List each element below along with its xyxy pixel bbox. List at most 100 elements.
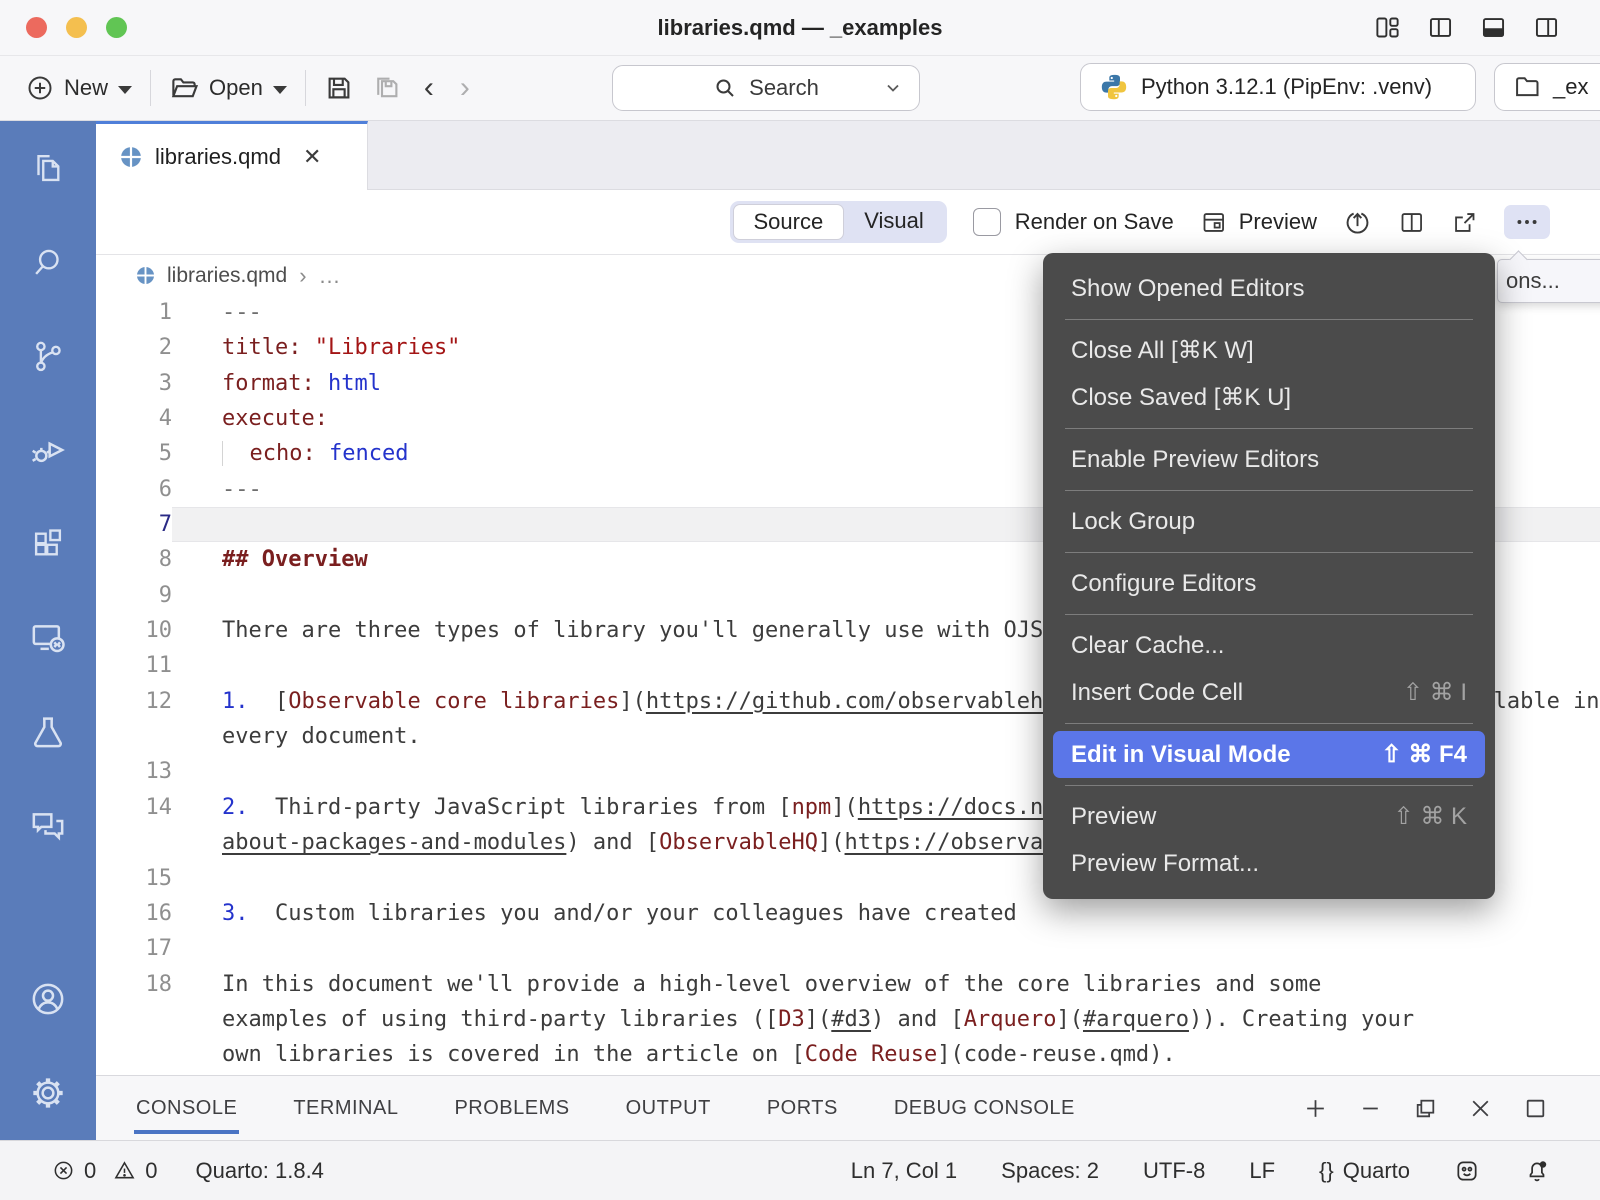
- interpreter-label: Python 3.12.1 (PipEnv: .venv): [1141, 74, 1432, 100]
- folder-open-icon: [169, 73, 199, 103]
- menu-item-lock-group[interactable]: Lock Group: [1053, 498, 1485, 545]
- toggle-sidebar-left-icon[interactable]: [1427, 14, 1454, 41]
- add-icon[interactable]: [1303, 1096, 1328, 1121]
- search-input[interactable]: Search: [612, 65, 920, 111]
- forward-icon[interactable]: ›: [456, 71, 474, 105]
- chevron-down-icon[interactable]: [883, 78, 903, 98]
- panel-tab-problems[interactable]: PROBLEMS: [452, 1089, 571, 1128]
- sidebar-item-extensions[interactable]: [0, 497, 96, 591]
- main-toolbar: New Open ‹: [0, 56, 1600, 121]
- language-mode-status[interactable]: {} Quarto: [1319, 1158, 1410, 1184]
- menu-item-configure-editors[interactable]: Configure Editors: [1053, 560, 1485, 607]
- render-on-save-checkbox[interactable]: [973, 208, 1001, 236]
- workspace-selector[interactable]: _ex: [1494, 63, 1600, 111]
- feedback-smiley-icon[interactable]: [1454, 1158, 1480, 1184]
- more-actions-button[interactable]: [1504, 205, 1550, 239]
- menu-item-show-opened-editors[interactable]: Show Opened Editors: [1053, 265, 1485, 312]
- menu-item-insert-code-cell[interactable]: Insert Code Cell⇧ ⌘ I: [1053, 669, 1485, 716]
- source-visual-toggle: Source Visual: [730, 201, 947, 243]
- menu-separator: [1065, 490, 1473, 491]
- interpreter-selector[interactable]: Python 3.12.1 (PipEnv: .venv): [1080, 63, 1476, 111]
- save-all-icon[interactable]: [372, 73, 402, 103]
- problems-status[interactable]: 0 0: [52, 1158, 158, 1184]
- code-line[interactable]: 17: [96, 931, 1600, 966]
- split-editor-icon[interactable]: [1398, 209, 1425, 236]
- code-line[interactable]: 163. Custom libraries you and/or your co…: [96, 896, 1600, 931]
- sidebar-item-remote-explorer[interactable]: [0, 591, 96, 685]
- tab-libraries-qmd[interactable]: libraries.qmd ✕: [96, 121, 368, 190]
- line-number: 6: [96, 472, 172, 507]
- more-actions-tooltip: ons...: [1497, 259, 1600, 303]
- tooltip-text: ons...: [1506, 268, 1560, 294]
- back-icon[interactable]: ‹: [420, 71, 438, 105]
- menu-separator: [1065, 614, 1473, 615]
- menu-item-enable-preview-editors[interactable]: Enable Preview Editors: [1053, 436, 1485, 483]
- panel-tab-debug-console[interactable]: DEBUG CONSOLE: [892, 1089, 1077, 1128]
- preview-label: Preview: [1239, 209, 1317, 235]
- code-line[interactable]: examples of using third-party libraries …: [96, 1002, 1600, 1037]
- open-external-icon[interactable]: [1451, 209, 1478, 236]
- menu-item-close-saved-k-u[interactable]: Close Saved [⌘K U]: [1053, 374, 1485, 421]
- sidebar-item-source-control[interactable]: [0, 309, 96, 403]
- sidebar-item-accounts[interactable]: [0, 952, 96, 1046]
- toggle-panel-icon[interactable]: [1480, 14, 1507, 41]
- panel-layout-icon[interactable]: [1523, 1096, 1548, 1121]
- line-number: 2: [96, 330, 172, 365]
- line-number: 18: [96, 967, 172, 1002]
- encoding-status[interactable]: UTF-8: [1143, 1158, 1205, 1184]
- panel-tab-console[interactable]: CONSOLE: [134, 1089, 239, 1128]
- menu-item-preview[interactable]: Preview⇧ ⌘ K: [1053, 793, 1485, 840]
- menu-item-close-all-k-w[interactable]: Close All [⌘K W]: [1053, 327, 1485, 374]
- menu-item-shortcut: ⇧ ⌘ K: [1394, 802, 1467, 831]
- warning-count: 0: [145, 1158, 157, 1184]
- menu-item-label: Show Opened Editors: [1071, 275, 1304, 303]
- sidebar-item-settings[interactable]: [0, 1046, 96, 1140]
- chevron-down-icon: [118, 86, 132, 94]
- quarto-version-status[interactable]: Quarto: 1.8.4: [196, 1158, 324, 1184]
- visual-mode-button[interactable]: Visual: [844, 204, 944, 240]
- breadcrumb-file[interactable]: libraries.qmd: [167, 264, 287, 288]
- sidebar-item-run-debug[interactable]: [0, 403, 96, 497]
- source-mode-button[interactable]: Source: [733, 204, 845, 240]
- app-window: libraries.qmd — _examples: [0, 0, 1600, 1200]
- open-button[interactable]: Open: [169, 73, 287, 103]
- panel-bar: CONSOLE TERMINAL PROBLEMS OUTPUT PORTS DEBUG …: [96, 1075, 1600, 1140]
- line-number: 16: [96, 896, 172, 931]
- title-bar: libraries.qmd — _examples: [0, 0, 1600, 56]
- chevron-down-icon: [273, 86, 287, 94]
- notifications-bell-icon[interactable]: [1524, 1158, 1550, 1184]
- save-icon[interactable]: [324, 73, 354, 103]
- publish-icon[interactable]: [1343, 208, 1372, 237]
- indentation-status[interactable]: Spaces: 2: [1001, 1158, 1099, 1184]
- panel-tab-terminal[interactable]: TERMINAL: [291, 1089, 400, 1128]
- menu-item-edit-in-visual-mode[interactable]: Edit in Visual Mode⇧ ⌘ F4: [1053, 731, 1485, 778]
- code-text: own libraries is covered in the article …: [172, 1037, 1600, 1072]
- line-number: [96, 1002, 172, 1037]
- panel-tab-ports[interactable]: PORTS: [765, 1089, 840, 1128]
- close-panel-icon[interactable]: [1468, 1096, 1493, 1121]
- customize-layout-icon[interactable]: [1374, 14, 1401, 41]
- minimize-icon[interactable]: [1358, 1096, 1383, 1121]
- sidebar-item-explorer[interactable]: [0, 121, 96, 215]
- sidebar-item-testing[interactable]: [0, 685, 96, 779]
- code-line[interactable]: own libraries is covered in the article …: [96, 1037, 1600, 1072]
- line-number: [96, 1037, 172, 1072]
- editor-toolbar: Source Visual Render on Save Preview: [96, 190, 1600, 255]
- close-tab-icon[interactable]: ✕: [303, 144, 321, 170]
- menu-item-clear-cache[interactable]: Clear Cache...: [1053, 622, 1485, 669]
- editor-actions-menu: Show Opened Editors Close All [⌘K W] Close…: [1043, 253, 1495, 899]
- panel-tab-output[interactable]: OUTPUT: [624, 1089, 713, 1128]
- eol-status[interactable]: LF: [1249, 1158, 1275, 1184]
- menu-item-label: Insert Code Cell: [1071, 679, 1243, 707]
- sidebar-item-search[interactable]: [0, 215, 96, 309]
- sidebar-item-comments[interactable]: [0, 779, 96, 873]
- preview-button[interactable]: Preview: [1200, 209, 1317, 236]
- cursor-position-status[interactable]: Ln 7, Col 1: [851, 1158, 957, 1184]
- new-button[interactable]: New: [26, 74, 132, 102]
- menu-item-label: Close All [⌘K W]: [1071, 336, 1254, 365]
- restore-panel-icon[interactable]: [1413, 1096, 1438, 1121]
- menu-item-preview-format[interactable]: Preview Format...: [1053, 840, 1485, 887]
- code-line[interactable]: 18In this document we'll provide a high-…: [96, 967, 1600, 1002]
- toggle-sidebar-right-icon[interactable]: [1533, 14, 1560, 41]
- breadcrumb-more[interactable]: …: [319, 263, 341, 289]
